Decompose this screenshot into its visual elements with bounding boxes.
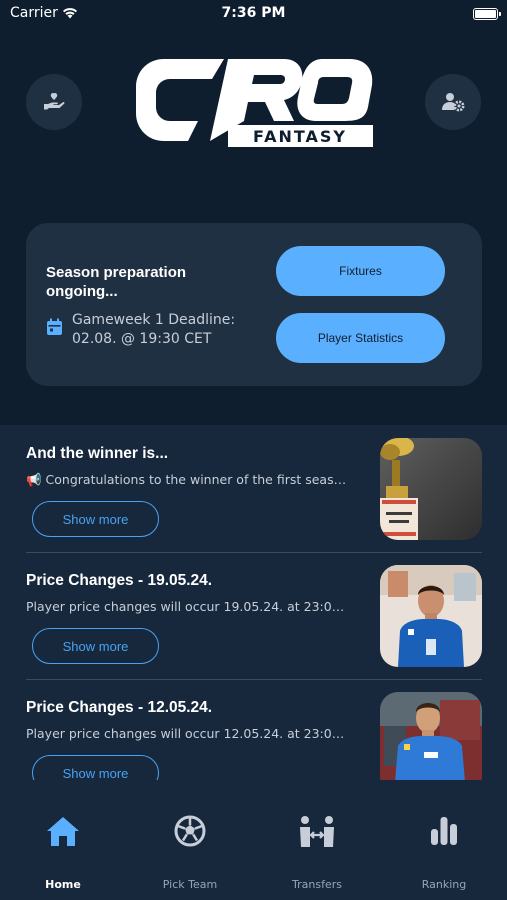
tab-ranking[interactable]: Ranking	[381, 780, 507, 900]
news-title: And the winner is...	[26, 445, 169, 462]
transfer-icon	[300, 816, 334, 847]
show-more-button[interactable]: Show more	[32, 755, 159, 780]
news-item[interactable]: Price Changes - 19.05.24. Player price c…	[26, 552, 482, 679]
bottom-tab-bar: Home Pick Team Transfers Ranking	[0, 780, 507, 900]
news-excerpt: 📢 Congratulations to the winner of the f…	[26, 472, 351, 487]
account-settings-button[interactable]	[425, 74, 481, 130]
deadline-info: Gameweek 1 Deadline: 02.08. @ 19:30 CET	[46, 311, 252, 349]
support-button[interactable]	[26, 74, 82, 130]
logo-fantasy-text: FANTASY	[253, 127, 347, 146]
tab-label: Transfers	[292, 878, 342, 891]
news-title: Price Changes - 12.05.24.	[26, 699, 213, 716]
clock: 7:36 PM	[221, 5, 286, 21]
show-more-button[interactable]: Show more	[32, 628, 159, 664]
news-excerpt: Player price changes will occur 12.05.24…	[26, 726, 351, 741]
news-item[interactable]: Price Changes - 12.05.24. Player price c…	[26, 679, 482, 780]
status-bar: Carrier 7:36 PM	[0, 0, 507, 28]
calendar-icon	[47, 318, 62, 335]
news-thumbnail-player	[380, 692, 482, 780]
news-list: And the winner is... 📢 Congratulations t…	[0, 425, 507, 780]
news-thumbnail-player	[380, 565, 482, 667]
battery-icon	[473, 8, 501, 20]
news-excerpt: Player price changes will occur 19.05.24…	[26, 599, 351, 614]
tab-pick-team[interactable]: Pick Team	[127, 780, 253, 900]
tab-label: Pick Team	[162, 878, 218, 891]
tab-home[interactable]: Home	[0, 780, 126, 900]
news-title: Price Changes - 19.05.24.	[26, 572, 213, 589]
deadline-text: Gameweek 1 Deadline: 02.08. @ 19:30 CET	[72, 312, 236, 347]
cro-fantasy-logo: FANTASY	[136, 59, 373, 147]
news-item[interactable]: And the winner is... 📢 Congratulations t…	[26, 425, 482, 552]
season-status-card: Season preparation ongoing... Gameweek 1…	[26, 223, 482, 386]
soccer-ball-icon	[174, 815, 206, 847]
tab-label: Ranking	[421, 878, 467, 891]
show-more-button[interactable]: Show more	[32, 501, 159, 537]
fixtures-button[interactable]: Fixtures	[276, 246, 445, 296]
season-status-title: Season preparation ongoing...	[46, 264, 187, 300]
home-icon	[47, 817, 79, 846]
user-settings-icon	[442, 93, 465, 112]
hand-heart-icon	[44, 93, 65, 110]
tab-label: Home	[45, 878, 81, 891]
news-thumbnail-trophy	[380, 438, 482, 540]
bar-chart-icon	[431, 817, 457, 845]
tab-transfers[interactable]: Transfers	[254, 780, 380, 900]
player-statistics-button[interactable]: Player Statistics	[276, 313, 445, 363]
